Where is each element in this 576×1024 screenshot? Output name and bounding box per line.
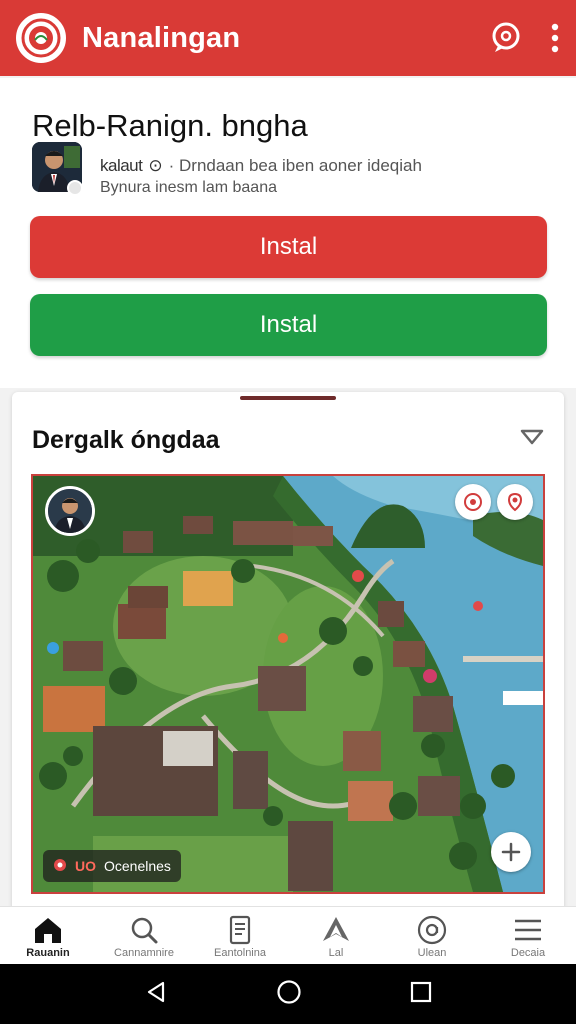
info-icon: ⊙ [148, 156, 163, 175]
map-info-icon[interactable] [455, 484, 491, 520]
legend-code: UO [75, 858, 96, 874]
aerial-map[interactable]: UO Ocenelnes [31, 474, 545, 894]
legend-marker-icon [53, 858, 67, 875]
app-bar: Nanalingan [0, 0, 576, 76]
nav-item-search[interactable]: Cannamnire [96, 907, 192, 964]
install-button-secondary[interactable]: Instal [30, 294, 547, 356]
navigation-icon [323, 917, 349, 941]
nav-label-search: Cannamnire [114, 947, 174, 959]
legend-label: Ocenelnes [104, 858, 171, 874]
map-legend-chip[interactable]: UO Ocenelnes [43, 850, 181, 882]
section-title: Dergalk óngdaa [32, 426, 220, 454]
nav-label-navigation: Lal [328, 947, 344, 959]
home-icon [35, 918, 61, 943]
drag-handle[interactable] [240, 396, 336, 400]
app-subline: Bynura inesm lam baana [100, 179, 277, 196]
author-name[interactable]: kalaut [100, 156, 143, 176]
back-icon[interactable] [144, 980, 168, 1009]
nav-label-mentions: Ulean [417, 947, 447, 959]
nav-item-mentions[interactable]: Ulean [384, 907, 480, 964]
app-header-card: Relb-Ranign. bngha kalaut ⊙ · Drndaan be… [0, 78, 576, 388]
app-description: · Drndaan bea iben aoner ideqiah [168, 156, 422, 175]
aerial-map-image [33, 476, 543, 892]
app-title: Nanalingan [82, 21, 241, 54]
author-meta: kalaut ⊙ · Drndaan bea iben aoner ideqia… [32, 142, 552, 198]
nav-item-navigation[interactable]: Lal [288, 907, 384, 964]
chevron-down-icon[interactable] [520, 428, 544, 451]
bottom-nav: Rauanin Cannamnire Eantolnina Lal Ulean [0, 906, 576, 964]
system-nav-bar [0, 964, 576, 1024]
nav-label-documents: Eantolnina [214, 947, 266, 959]
home-circle-icon[interactable] [276, 979, 302, 1010]
overflow-menu-icon[interactable] [550, 22, 560, 54]
app-logo-icon [16, 13, 66, 63]
nav-label-menu: Decaia [510, 947, 546, 959]
verified-badge-icon [67, 180, 83, 196]
page-title: Relb-Ranign. bngha [32, 108, 308, 143]
nav-item-menu[interactable]: Decaia [480, 907, 576, 964]
zoom-in-icon[interactable] [491, 832, 531, 872]
recents-icon[interactable] [410, 981, 432, 1008]
map-user-avatar[interactable] [45, 486, 95, 536]
install-button-primary[interactable]: Instal [30, 216, 547, 278]
map-location-icon[interactable] [497, 484, 533, 520]
map-card: Dergalk óngdaa UO Ocenelnes [12, 392, 564, 912]
search-icon [131, 917, 158, 944]
nav-item-documents[interactable]: Eantolnina [192, 907, 288, 964]
at-icon [417, 915, 447, 945]
nav-label-home: Rauanin [26, 947, 70, 959]
nav-item-home[interactable]: Rauanin [0, 907, 96, 964]
chat-search-icon[interactable] [488, 20, 524, 56]
document-icon [229, 915, 251, 945]
menu-icon [515, 919, 541, 941]
